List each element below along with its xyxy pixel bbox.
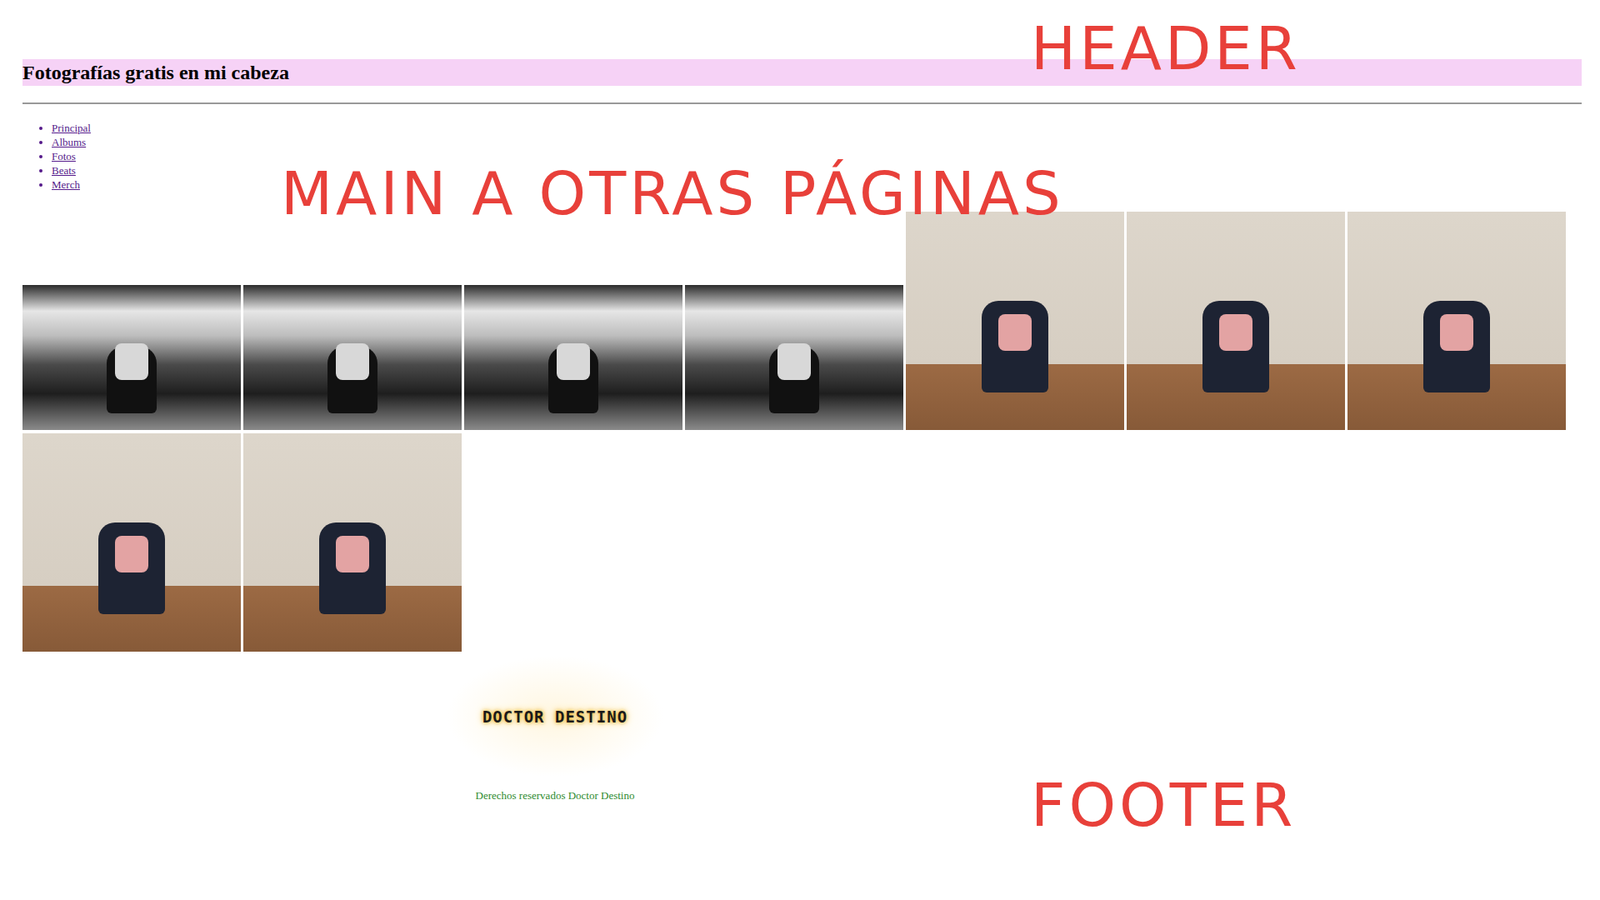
photo[interactable] [243, 285, 462, 430]
nav-item: Fotos [51, 149, 1578, 164]
photo[interactable] [905, 211, 1125, 430]
annotation-label: FOOTER [1030, 775, 1296, 835]
photo[interactable] [464, 285, 683, 430]
footer: DOCTOR DESTINO Derechos reservados Doctor… [22, 655, 665, 803]
divider [22, 102, 1582, 105]
photo[interactable] [22, 433, 241, 652]
logo-text: DOCTOR DESTINO [482, 707, 628, 726]
page: Fotografías gratis en mi cabeza Principal… [0, 0, 1600, 900]
gallery [22, 211, 1578, 652]
footer-logo: DOCTOR DESTINO [445, 655, 665, 778]
header: Fotografías gratis en mi cabeza [22, 59, 1578, 105]
nav-link[interactable]: Fotos [51, 150, 76, 163]
photo-row [22, 211, 1578, 430]
nav-link[interactable]: Principal [51, 121, 91, 135]
copyright: Derechos reservados Doctor Destino [475, 789, 635, 803]
nav-item: Principal [51, 120, 1578, 135]
photo[interactable] [1126, 211, 1345, 430]
nav-item: Albums [51, 135, 1578, 150]
annotation-label: HEADER [1030, 18, 1301, 79]
nav-link[interactable]: Beats [51, 164, 76, 177]
annotation-label: MAIN A OTRAS PÁGINAS [280, 163, 1065, 224]
photo[interactable] [22, 285, 241, 430]
photo[interactable] [1347, 211, 1566, 430]
photo[interactable] [243, 433, 462, 652]
page-title: Fotografías gratis en mi cabeza [22, 59, 1582, 86]
nav-link[interactable]: Merch [51, 178, 80, 191]
photo-row [22, 433, 1578, 652]
photo[interactable] [685, 285, 904, 430]
nav-link[interactable]: Albums [51, 135, 86, 149]
